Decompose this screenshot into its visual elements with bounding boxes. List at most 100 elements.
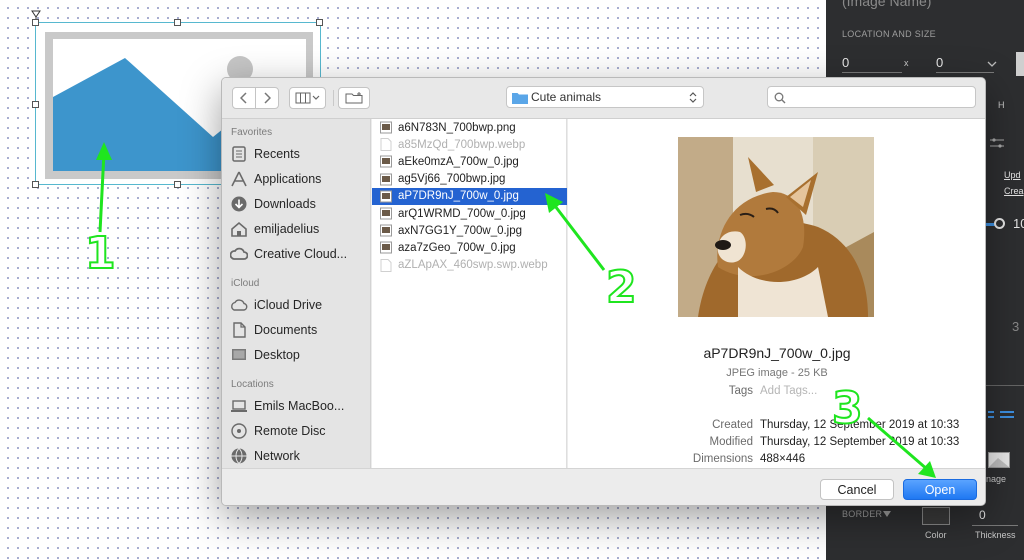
disc-icon	[231, 423, 247, 439]
sidebar-item-downloads[interactable]: Downloads	[230, 193, 368, 215]
file-row: a85MzQd_700bwp.webp	[372, 136, 567, 153]
dialog-sidebar: Favorites Recents Applications Downloads emi…	[222, 119, 371, 468]
annotation-step-1: 1	[84, 227, 117, 280]
desktop-icon	[232, 349, 246, 360]
home-icon	[231, 221, 247, 237]
opacity-value[interactable]: 10	[1013, 216, 1024, 231]
back-button[interactable]	[232, 87, 256, 109]
toolbar-separator	[333, 90, 334, 106]
sidebar-item-desktop[interactable]: Desktop	[230, 344, 368, 366]
sidebar-item-applications[interactable]: Applications	[230, 168, 368, 190]
x-field-underline	[842, 72, 902, 73]
x-axis-label: x	[904, 58, 909, 68]
opacity-slider-knob[interactable]	[994, 218, 1005, 229]
resize-handle-left[interactable]	[32, 101, 39, 108]
file-row[interactable]: ag5Vj66_700bwp.jpg	[372, 171, 567, 188]
image-fill-icon[interactable]	[988, 452, 1010, 468]
image-file-icon	[380, 190, 392, 203]
resize-handle-top-right[interactable]	[316, 19, 323, 26]
image-file-icon	[380, 155, 392, 168]
x-value-field[interactable]: 0	[842, 55, 849, 70]
modified-value: Thursday, 12 September 2019 at 10:33	[760, 436, 960, 448]
stroke-value[interactable]: 3	[1012, 319, 1019, 334]
resize-handle-top[interactable]	[174, 19, 181, 26]
dialog-footer: Cancel Open	[222, 468, 985, 505]
sliders-icon[interactable]	[990, 137, 1004, 149]
sidebar-item-label: iCloud Drive	[254, 298, 323, 312]
update-link[interactable]: Upd	[1004, 170, 1021, 180]
resize-handle-bottom-left[interactable]	[32, 181, 39, 188]
border-color-swatch[interactable]	[922, 507, 950, 525]
sidebar-item-network[interactable]: Network	[230, 445, 368, 467]
sidebar-item-documents[interactable]: Documents	[230, 319, 368, 341]
file-name: arQ1WRMD_700w_0.jpg	[398, 207, 526, 220]
file-row[interactable]: aP7DR9nJ_700w_0.jpg	[372, 187, 567, 205]
sidebar-item-label: Applications	[254, 172, 322, 186]
search-box[interactable]	[767, 86, 976, 108]
new-folder-button[interactable]	[338, 87, 370, 109]
forward-button[interactable]	[255, 87, 279, 109]
sidebar-item-home[interactable]: emiljadelius	[230, 218, 368, 240]
document-icon	[380, 138, 392, 152]
chevron-down-icon[interactable]	[987, 60, 997, 68]
annotation-step-3: 3	[831, 382, 864, 435]
file-list: a6N783N_700bwp.png a85MzQd_700bwp.webp aEk…	[372, 119, 567, 468]
y-value-field[interactable]: 0	[936, 55, 943, 70]
sidebar-item-label: Creative Cloud...	[254, 247, 348, 261]
border-chevron-icon[interactable]	[883, 511, 891, 517]
laptop-icon	[231, 400, 247, 412]
search-input[interactable]	[790, 89, 970, 105]
columns-view-icon	[295, 92, 319, 104]
sidebar-item-label: Emils MacBoo...	[254, 399, 345, 413]
new-folder-icon	[345, 92, 363, 104]
sidebar-item-laptop[interactable]: Emils MacBoo...	[230, 395, 368, 417]
resize-handle-bottom[interactable]	[174, 181, 181, 188]
location-label: Cute animals	[531, 90, 602, 104]
sidebar-item-recents[interactable]: Recents	[230, 143, 368, 165]
file-row[interactable]: arQ1WRMD_700w_0.jpg	[372, 205, 567, 222]
equals-icon[interactable]	[988, 410, 1018, 420]
thickness-underline	[972, 525, 1018, 526]
preview-image-dog	[678, 137, 874, 317]
image-fill-label: nage	[986, 474, 1007, 484]
create-link[interactable]: Crea	[1004, 186, 1024, 196]
network-icon	[231, 448, 247, 464]
sidebar-item-cloud[interactable]: iCloud Drive	[230, 294, 368, 316]
icloud-section-title: iCloud	[231, 278, 260, 289]
resize-handle-top-left[interactable]	[32, 19, 39, 26]
folder-icon	[512, 93, 528, 104]
thickness-label: Thickness	[975, 530, 1016, 540]
sidebar-item-label: Remote Disc	[254, 424, 326, 438]
location-popup[interactable]: Cute animals	[506, 86, 704, 108]
view-mode-button[interactable]	[289, 87, 326, 109]
file-row[interactable]: axN7GG1Y_700w_0.jpg	[372, 222, 567, 239]
file-name: ag5Vj66_700bwp.jpg	[398, 173, 506, 186]
image-file-icon	[380, 224, 392, 237]
image-file-icon	[380, 241, 392, 254]
sidebar-item-label: Downloads	[254, 197, 316, 211]
sidebar-item-disc[interactable]: Remote Disc	[230, 420, 368, 442]
file-name: a6N783N_700bwp.png	[398, 121, 516, 134]
file-name: aza7zGeo_700w_0.jpg	[398, 241, 516, 254]
updown-chevron-icon	[689, 92, 697, 103]
sidebar-item-label: Desktop	[254, 348, 300, 362]
file-row[interactable]: aEke0mzA_700w_0.jpg	[372, 153, 567, 170]
alignment-buttons[interactable]	[986, 372, 1024, 386]
file-row: aZLApAX_460swp.swp.webp	[372, 257, 567, 274]
file-row[interactable]: aza7zGeo_700w_0.jpg	[372, 239, 567, 256]
color-label: Color	[925, 530, 947, 540]
cancel-button[interactable]: Cancel	[820, 479, 894, 500]
tags-field[interactable]: Add Tags...	[760, 385, 817, 397]
h-label: H	[998, 100, 1005, 110]
search-icon	[774, 92, 786, 104]
scrollbar-track[interactable]	[1016, 52, 1024, 76]
thickness-value[interactable]: 0	[979, 508, 986, 522]
image-file-icon	[380, 207, 392, 220]
preview-filename: aP7DR9nJ_700w_0.jpg	[703, 345, 851, 361]
file-row[interactable]: a6N783N_700bwp.png	[372, 119, 567, 136]
open-button[interactable]: Open	[903, 479, 977, 500]
y-field-underline	[936, 72, 994, 73]
sidebar-item-creative-cloud[interactable]: Creative Cloud...	[230, 243, 368, 265]
created-label: Created	[712, 419, 753, 431]
file-name: axN7GG1Y_700w_0.jpg	[398, 224, 523, 237]
